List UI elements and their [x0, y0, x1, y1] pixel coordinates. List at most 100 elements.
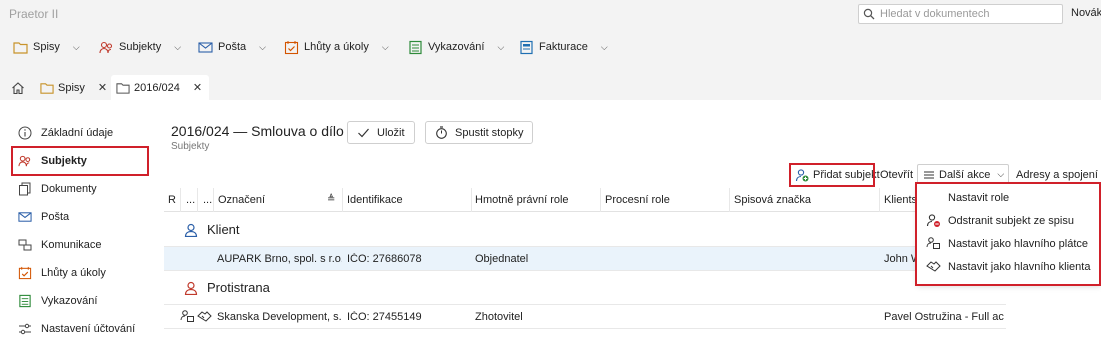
column-header-file-number[interactable]: Spisová značka [734, 194, 811, 206]
menu-item-label: Nastavit jako hlavního plátce [948, 237, 1089, 250]
sidebar-item-label: Lhůty a úkoly [41, 267, 106, 279]
menu-item-remove-subject[interactable]: Odstranit subjekt ze spisu [917, 209, 1101, 232]
sidebar-item-lhuty[interactable]: Lhůty a úkoly [8, 260, 156, 286]
sidebar-item-label: Nastavení účtování [41, 323, 136, 335]
column-header-r[interactable]: R [168, 194, 176, 206]
menu-spisy-label: Spisy [33, 41, 60, 53]
menu-lines-icon [924, 171, 934, 178]
sidebar-item-posta[interactable]: Pošta [8, 204, 156, 230]
column-divider [729, 188, 730, 212]
mail-icon [18, 212, 32, 222]
menu-item-label: Odstranit subjekt ze spisu [948, 214, 1074, 227]
sidebar-item-subjekty[interactable]: Subjekty [8, 148, 156, 174]
page-title: 2016/024 — Smlouva o dílo [171, 123, 344, 139]
group-label: Klient [207, 222, 240, 237]
menu-item-set-roles[interactable]: Nastavit role [917, 186, 1101, 209]
addresses-button[interactable]: Adresy a spojení [1016, 165, 1098, 185]
column-header-procedural-role[interactable]: Procesní role [605, 194, 670, 206]
save-button[interactable]: Uložit [347, 121, 415, 144]
cell-identification: IČO: 27686078 [347, 253, 422, 265]
table-row[interactable]: Skanska Development, s.r.o IČO: 27455149… [164, 305, 1006, 329]
sidebar-item-komunikace[interactable]: Komunikace [8, 232, 156, 258]
folder-icon [13, 41, 28, 54]
user-name[interactable]: Novák [1071, 7, 1101, 19]
more-actions-dropdown: Nastavit role Odstranit subjekt ze spisu… [917, 184, 1101, 284]
addresses-label: Adresy a spojení [1016, 169, 1098, 181]
ledger-icon [19, 294, 31, 308]
chevron-down-icon: ⌵ [997, 169, 1005, 179]
chevron-down-icon: ⌵ [72, 41, 80, 52]
app-title: Praetor II [9, 7, 59, 21]
menu-posta[interactable]: Pošta ⌵ [198, 33, 266, 61]
column-header-identification[interactable]: Identifikace [347, 194, 403, 206]
menu-subjekty-label: Subjekty [119, 41, 162, 53]
menu-vykazovani-label: Vykazování [428, 41, 485, 53]
title-bar: Praetor II Hledat v dokumentech Novák [0, 0, 1101, 28]
sidebar-item-label: Základní údaje [41, 127, 114, 139]
mail-icon [198, 41, 213, 53]
sidebar-item-nastaveni-uctovani[interactable]: Nastavení účtování [8, 316, 156, 342]
ledger-icon [409, 40, 422, 54]
column-header-material-role[interactable]: Hmotně právní role [475, 194, 569, 206]
more-actions-button[interactable]: Další akce ⌵ [917, 164, 1010, 185]
menu-spisy[interactable]: Spisy ⌵ [13, 33, 80, 61]
tab-2016-024[interactable]: 2016/024 ✕ [111, 75, 210, 100]
menu-item-set-main-payer[interactable]: Nastavit jako hlavního plátce [917, 232, 1101, 255]
sidebar-item-vykazovani[interactable]: Vykazování [8, 288, 156, 314]
menu-lhuty[interactable]: Lhůty a úkoly ⌵ [284, 33, 389, 61]
search-input[interactable]: Hledat v dokumentech [858, 4, 1063, 24]
group-row-protistrana[interactable]: Protistrana [164, 271, 1006, 305]
menu-fakturace-label: Fakturace [539, 41, 588, 53]
menu-vykazovani[interactable]: Vykazování ⌵ [408, 33, 504, 61]
sidebar-item-zakladni-udaje[interactable]: Základní údaje [8, 120, 156, 146]
sliders-icon [19, 323, 31, 335]
column-header-dots2[interactable]: ... [203, 194, 212, 206]
sidebar-item-label: Pošta [41, 211, 70, 223]
table-row[interactable]: AUPARK Brno, spol. s r.o. IČO: 27686078 … [164, 247, 1006, 271]
sidebar-item-dokumenty[interactable]: Dokumenty [8, 176, 156, 202]
group-row-klient[interactable]: Klient [164, 213, 1006, 247]
page-subtitle: Subjekty [171, 141, 210, 152]
close-icon[interactable]: ✕ [98, 81, 107, 94]
tab-home[interactable] [11, 75, 25, 100]
home-icon [12, 81, 24, 94]
add-subject-button[interactable]: Přidat subjekt [795, 165, 880, 185]
cell-identification: IČO: 27455149 [347, 311, 422, 323]
more-actions-label: Další akce [939, 168, 991, 181]
open-button[interactable]: Otevřít [880, 165, 913, 185]
stopwatch-button[interactable]: Spustit stopky [425, 121, 534, 144]
cell-designation: Skanska Development, s.r.o [217, 311, 342, 323]
menu-subjekty[interactable]: Subjekty ⌵ [99, 33, 181, 61]
column-header-dots1[interactable]: ... [186, 194, 195, 206]
menu-item-set-main-client[interactable]: Nastavit jako hlavního klienta [917, 255, 1101, 278]
menu-item-label: Nastavit role [948, 191, 1010, 204]
sidebar-item-label: Komunikace [41, 239, 102, 251]
chevron-down-icon: ⌵ [381, 41, 389, 52]
column-divider [180, 188, 181, 212]
sidebar-item-label: Subjekty [41, 155, 87, 167]
sort-ascending-icon[interactable]: ≜ [327, 194, 335, 205]
folder-icon [116, 82, 130, 94]
person-icon [184, 281, 198, 295]
tab-2016-024-label: 2016/024 [134, 81, 180, 94]
invoice-icon [520, 40, 533, 54]
stopwatch-button-label: Spustit stopky [455, 126, 524, 139]
calendar-check-icon [284, 40, 299, 54]
communication-icon [18, 239, 32, 251]
cell-material-role: Zhotovitel [475, 311, 523, 323]
menu-lhuty-label: Lhůty a úkoly [304, 41, 369, 53]
group-label: Protistrana [207, 280, 270, 295]
tab-spisy[interactable]: Spisy ✕ [40, 75, 107, 100]
column-divider [213, 188, 214, 212]
search-icon [863, 8, 875, 20]
cell-material-role: Objednatel [475, 253, 529, 265]
column-header-clients[interactable]: Klients [884, 194, 917, 206]
close-icon[interactable]: ✕ [193, 81, 202, 94]
stopwatch-icon [436, 126, 447, 139]
menu-fakturace[interactable]: Fakturace ⌵ [519, 33, 608, 61]
calendar-check-icon [18, 266, 32, 280]
column-header-designation[interactable]: Označení [218, 194, 265, 206]
people-icon [99, 41, 113, 53]
column-divider [342, 188, 343, 212]
tab-spisy-label: Spisy [58, 81, 85, 94]
